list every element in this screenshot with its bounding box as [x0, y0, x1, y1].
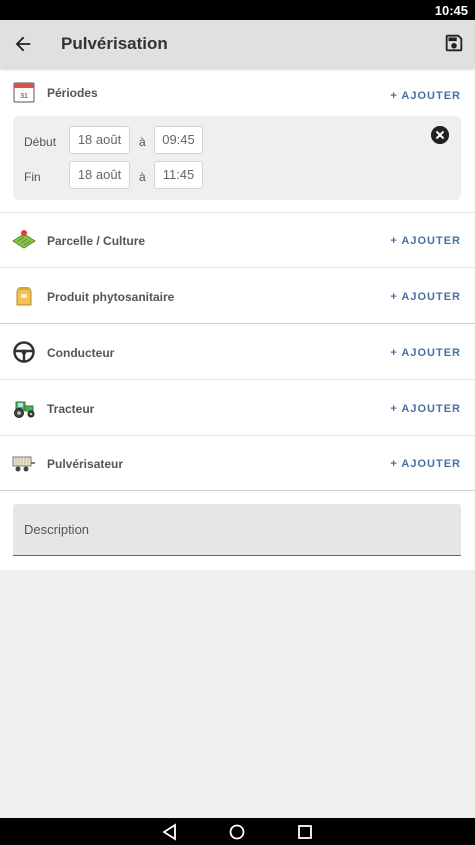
section-pulverisateur: Pulvérisateur + AJOUTER [0, 436, 475, 491]
add-parcelle-button[interactable]: + AJOUTER [390, 235, 461, 247]
page-title: Pulvérisation [61, 34, 168, 53]
nav-bar [0, 818, 475, 845]
arrow-back-icon[interactable] [12, 33, 34, 55]
section-label-parcelle: Parcelle / Culture [47, 234, 146, 248]
section-label-tracteur: Tracteur [47, 402, 95, 416]
add-produit-button[interactable]: + AJOUTER [390, 291, 461, 303]
start-date-field[interactable]: 18 août [69, 126, 130, 154]
calendar-icon: 31 [13, 82, 35, 103]
steering-wheel-icon [13, 341, 35, 363]
start-label: Début [24, 135, 57, 149]
description-field[interactable]: Description [13, 504, 461, 556]
add-tracteur-button[interactable]: + AJOUTER [390, 403, 461, 415]
form-content: 31 Périodes + AJOUTER Début 18 août à 09… [0, 68, 475, 570]
status-bar: 10:45 [0, 0, 475, 20]
section-periodes: 31 Périodes + AJOUTER Début 18 août à 09… [0, 68, 475, 213]
save-icon[interactable] [443, 32, 465, 54]
end-label: Fin [24, 170, 41, 184]
calendar-day: 31 [20, 93, 28, 100]
nav-home-icon[interactable] [227, 822, 247, 842]
add-pulverisateur-button[interactable]: + AJOUTER [390, 458, 461, 470]
add-periode-button[interactable]: + AJOUTER [390, 90, 461, 102]
section-label-produit: Produit phytosanitaire [47, 290, 175, 304]
tractor-icon [14, 401, 35, 418]
end-sep: à [139, 170, 146, 184]
sprayer-icon [12, 456, 35, 472]
start-sep: à [139, 135, 146, 149]
nav-recents-icon[interactable] [295, 822, 315, 842]
description-placeholder: Description [24, 522, 90, 537]
start-time-field[interactable]: 09:45 [154, 126, 203, 154]
app-bar: Pulvérisation [0, 20, 475, 68]
section-conducteur: Conducteur + AJOUTER [0, 324, 475, 380]
section-tracteur: Tracteur + AJOUTER [0, 380, 475, 436]
nav-back-icon[interactable] [160, 822, 180, 842]
status-time: 10:45 [434, 3, 468, 18]
section-label-periodes: Périodes [47, 86, 98, 100]
clear-period-icon[interactable] [431, 126, 449, 144]
section-label-pulverisateur: Pulvérisateur [47, 457, 124, 471]
section-parcelle: Parcelle / Culture + AJOUTER [0, 213, 475, 268]
period-card: Début 18 août à 09:45 Fin 18 août à 11:4… [13, 116, 461, 200]
field-icon [12, 230, 36, 249]
product-bag-icon [16, 287, 32, 306]
end-time-field[interactable]: 11:45 [154, 161, 203, 189]
add-conducteur-button[interactable]: + AJOUTER [390, 347, 461, 359]
section-label-conducteur: Conducteur [47, 346, 115, 360]
section-produit: Produit phytosanitaire + AJOUTER [0, 268, 475, 324]
end-date-field[interactable]: 18 août [69, 161, 130, 189]
